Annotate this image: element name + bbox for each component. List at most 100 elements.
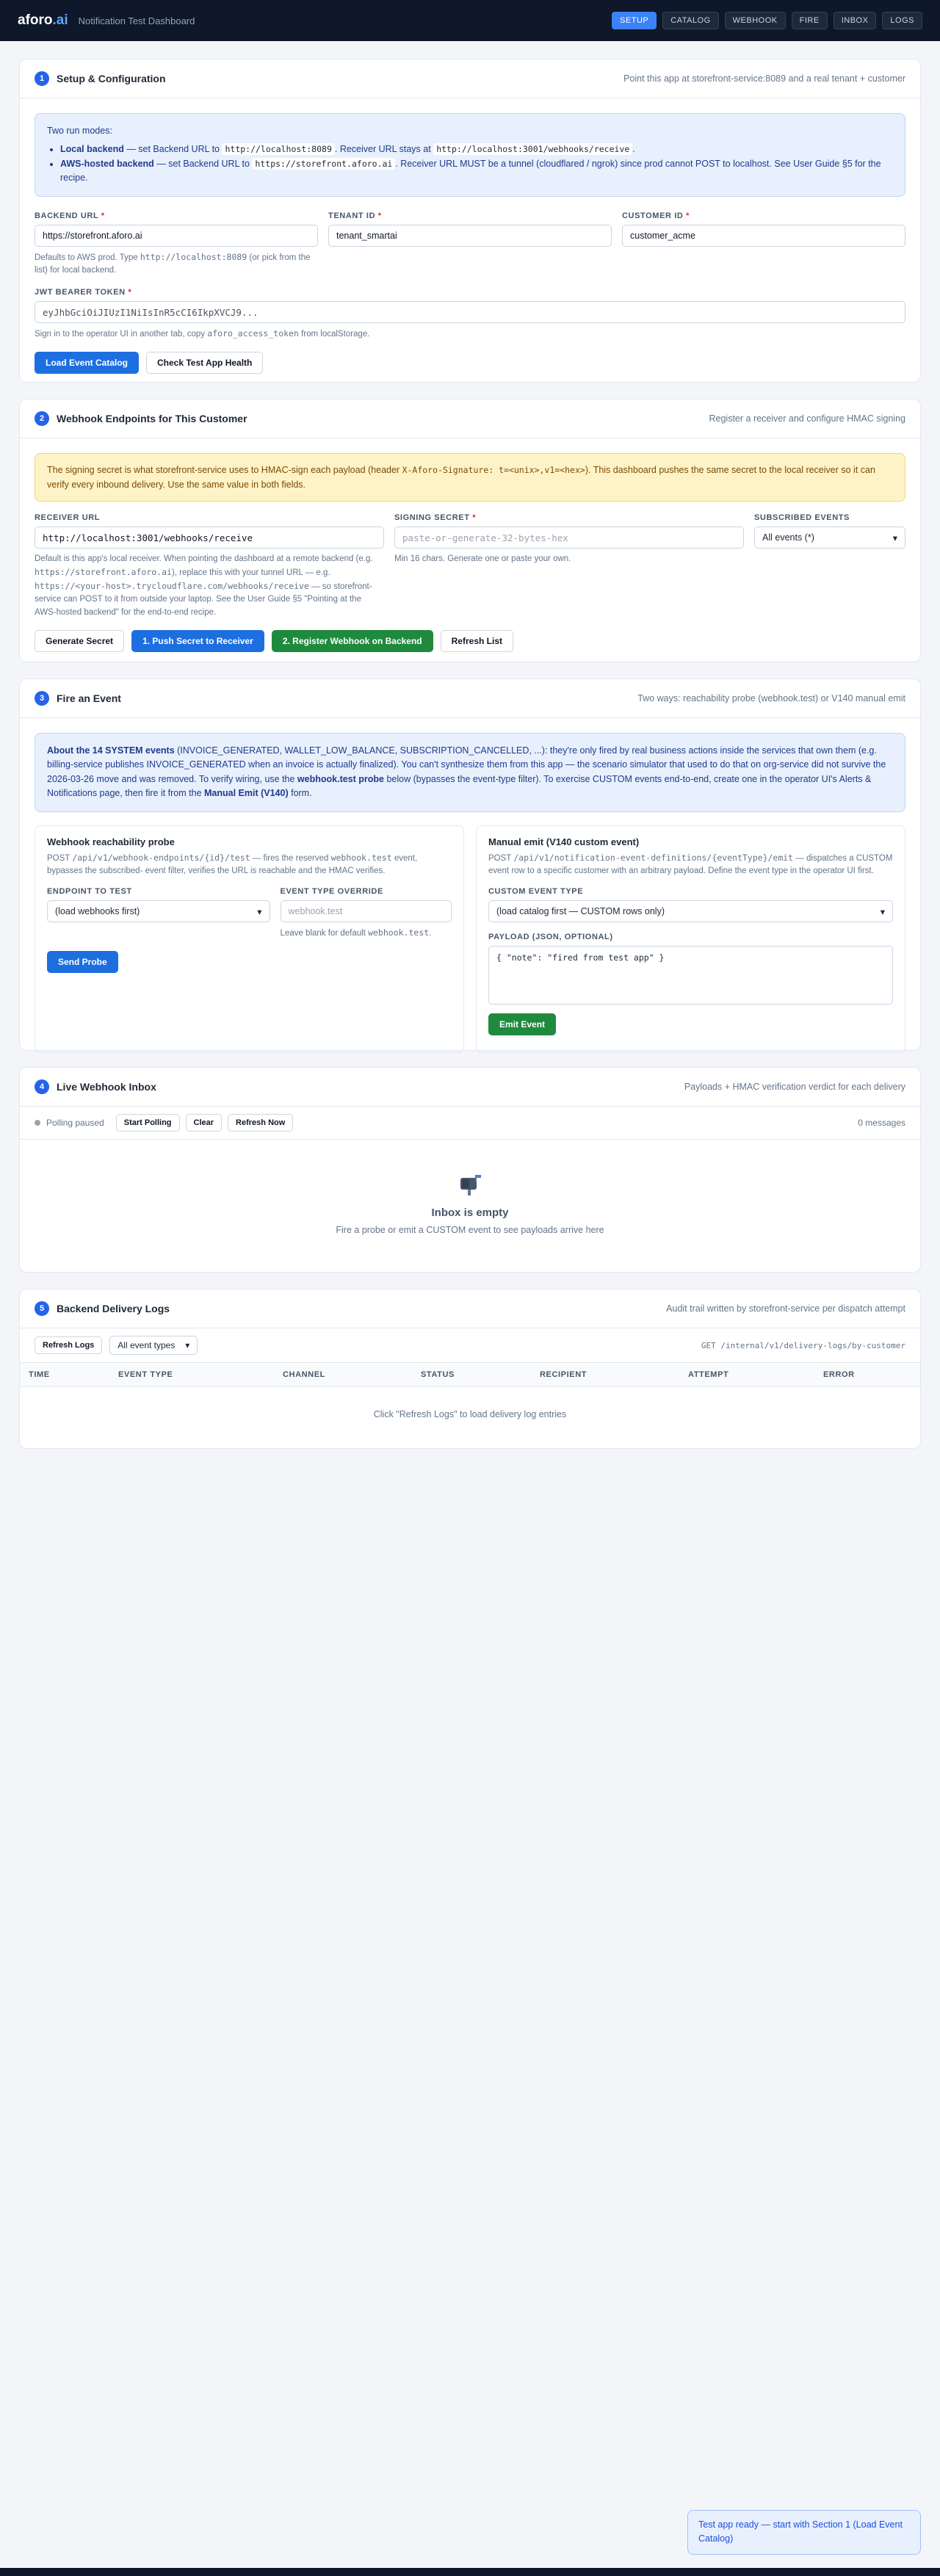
inbox-empty-subtitle: Fire a probe or emit a CUSTOM event to s… — [336, 1225, 604, 1235]
signing-secret-label: SIGNING SECRET — [394, 513, 470, 522]
event-type-override-hint: Leave blank for default webhook.test. — [280, 927, 432, 938]
section-subtitle: Two ways: reachability probe (webhook.te… — [637, 693, 905, 703]
clear-button[interactable]: Clear — [185, 1114, 223, 1132]
logo: aforo.ai — [18, 12, 68, 28]
section-subtitle: Point this app at storefront-service:808… — [623, 73, 905, 84]
nav-tabs: SETUP CATALOG WEBHOOK FIRE INBOX LOGS — [612, 12, 922, 29]
jwt-input[interactable]: eyJhbGciOiJIUzI1NiIsInR5cCI6IkpXVCJ9... — [35, 301, 905, 324]
emit-event-button[interactable]: Emit Event — [488, 1013, 557, 1036]
customer-id-input[interactable]: customer_acme — [622, 224, 905, 247]
customer-id-label: CUSTOMER ID — [622, 211, 684, 220]
manual-emit-panel: Manual emit (V140 custom event) POST /ap… — [476, 825, 905, 1053]
tenant-id-input[interactable]: tenant_smartai — [328, 224, 612, 247]
nav-tab-logs[interactable]: LOGS — [882, 12, 922, 29]
column-time: TIME — [29, 1370, 50, 1379]
start-polling-button[interactable]: Start Polling — [115, 1114, 180, 1132]
system-events-info: About the 14 SYSTEM events (INVOICE_GENE… — [35, 733, 905, 812]
receiver-url-label: RECEIVER URL — [35, 513, 101, 522]
column-attempt: ATTEMPT — [688, 1370, 729, 1379]
column-channel: CHANNEL — [283, 1370, 325, 1379]
inbox-empty-title: Inbox is empty — [431, 1206, 509, 1219]
message-count: 0 messages — [858, 1118, 905, 1128]
nav-tab-inbox[interactable]: INBOX — [833, 12, 877, 29]
section-number: 5 — [35, 1301, 49, 1316]
receiver-url-hint: Default is this app's local receiver. Wh… — [35, 554, 373, 618]
webhook-endpoints-section: 2 Webhook Endpoints for This Customer Re… — [19, 399, 921, 662]
jwt-hint: Sign in to the operator UI in another ta… — [35, 328, 370, 339]
emit-description: POST /api/v1/notification-event-definiti… — [488, 852, 893, 876]
payload-textarea[interactable]: { "note": "fired from test app" } — [488, 946, 893, 1005]
polling-status: Polling paused — [46, 1118, 104, 1128]
nav-tab-setup[interactable]: SETUP — [612, 12, 657, 29]
signing-secret-input[interactable]: paste-or-generate-32-bytes-hex — [394, 527, 744, 549]
inbox-section: 4 Live Webhook Inbox Payloads + HMAC ver… — [19, 1067, 921, 1273]
generate-secret-button[interactable]: Generate Secret — [35, 630, 125, 653]
probe-panel: Webhook reachability probe POST /api/v1/… — [35, 825, 464, 1053]
event-type-override-input[interactable]: webhook.test — [280, 900, 452, 923]
app-title: Notification Test Dashboard — [78, 15, 195, 26]
subscribed-events-select[interactable]: All events (*) ▾ — [754, 527, 905, 549]
chevron-down-icon: ▾ — [257, 906, 262, 917]
jwt-label: JWT BEARER TOKEN — [35, 288, 126, 297]
custom-event-select[interactable]: (load catalog first — CUSTOM rows only) ▾ — [488, 900, 893, 923]
chevron-down-icon: ▾ — [185, 1340, 190, 1350]
backend-url-input[interactable]: https://storefront.aforo.ai — [35, 224, 318, 247]
fire-event-section: 3 Fire an Event Two ways: reachability p… — [19, 679, 921, 1053]
signing-secret-hint: Min 16 chars. Generate one or paste your… — [394, 554, 571, 563]
logs-table-header: TIME EVENT TYPE CHANNEL STATUS RECIPIENT… — [20, 1362, 920, 1387]
signing-secret-warning: The signing secret is what storefront-se… — [35, 453, 905, 502]
column-error: ERROR — [823, 1370, 855, 1379]
backend-url-label: BACKEND URL — [35, 211, 99, 220]
top-bar: aforo.ai Notification Test Dashboard SET… — [0, 0, 940, 41]
section-number: 1 — [35, 71, 49, 86]
column-status: STATUS — [421, 1370, 455, 1379]
nav-tab-webhook[interactable]: WEBHOOK — [724, 12, 786, 29]
section-title: Backend Delivery Logs — [57, 1303, 170, 1314]
check-health-button[interactable]: Check Test App Health — [146, 351, 264, 374]
endpoint-select[interactable]: (load webhooks first) ▾ — [47, 900, 270, 923]
backend-url-hint: Defaults to AWS prod. Type http://localh… — [35, 251, 311, 275]
bottom-bar — [0, 2568, 940, 2576]
subscribed-events-label: SUBSCRIBED EVENTS — [754, 513, 850, 522]
emit-title: Manual emit (V140 custom event) — [488, 836, 640, 847]
column-recipient: RECIPIENT — [540, 1370, 588, 1379]
run-mode-aws: AWS-hosted backend — set Backend URL to … — [60, 157, 893, 186]
section-title: Live Webhook Inbox — [57, 1081, 156, 1093]
custom-event-label: CUSTOM EVENT TYPE — [488, 887, 584, 897]
tenant-id-label: TENANT ID — [328, 211, 376, 220]
nav-tab-catalog[interactable]: CATALOG — [662, 12, 719, 29]
refresh-now-button[interactable]: Refresh Now — [228, 1114, 294, 1132]
chevron-down-icon: ▾ — [892, 532, 897, 543]
section-number: 2 — [35, 411, 49, 426]
endpoint-label: ENDPOINT TO TEST — [47, 887, 132, 897]
register-webhook-button[interactable]: 2. Register Webhook on Backend — [271, 630, 433, 653]
section-subtitle: Audit trail written by storefront-servic… — [666, 1303, 905, 1314]
refresh-logs-button[interactable]: Refresh Logs — [35, 1336, 103, 1354]
section-title: Webhook Endpoints for This Customer — [57, 413, 247, 424]
logs-empty-message: Click "Refresh Logs" to load delivery lo… — [373, 1409, 567, 1419]
run-mode-local: Local backend — set Backend URL to http:… — [60, 142, 893, 156]
column-event-type: EVENT TYPE — [118, 1370, 173, 1379]
nav-tab-fire[interactable]: FIRE — [791, 12, 828, 29]
push-secret-button[interactable]: 1. Push Secret to Receiver — [131, 630, 264, 653]
logs-endpoint: GET /internal/v1/delivery-logs/by-custom… — [701, 1340, 905, 1350]
receiver-url-input[interactable]: http://localhost:3001/webhooks/receive — [35, 527, 384, 549]
run-modes-info: Two run modes: Local backend — set Backe… — [35, 113, 905, 197]
refresh-list-button[interactable]: Refresh List — [440, 630, 513, 653]
load-catalog-button[interactable]: Load Event Catalog — [35, 351, 140, 374]
event-type-override-label: EVENT TYPE OVERRIDE — [280, 887, 383, 897]
mailbox-icon — [458, 1173, 482, 1198]
section-subtitle: Register a receiver and configure HMAC s… — [709, 413, 906, 424]
send-probe-button[interactable]: Send Probe — [47, 950, 118, 973]
setup-section: 1 Setup & Configuration Point this app a… — [19, 59, 921, 383]
section-subtitle: Payloads + HMAC verification verdict for… — [684, 1082, 905, 1092]
section-number: 3 — [35, 691, 49, 706]
probe-title: Webhook reachability probe — [47, 836, 175, 847]
payload-label: PAYLOAD (JSON, OPTIONAL) — [488, 933, 613, 942]
status-dot-icon — [35, 1120, 40, 1126]
section-number: 4 — [35, 1079, 49, 1094]
probe-description: POST /api/v1/webhook-endpoints/{id}/test… — [47, 852, 418, 876]
ready-toast: Test app ready — start with Section 1 (L… — [687, 2510, 921, 2555]
delivery-logs-section: 5 Backend Delivery Logs Audit trail writ… — [19, 1289, 921, 1449]
event-type-filter[interactable]: All event types ▾ — [109, 1336, 198, 1355]
